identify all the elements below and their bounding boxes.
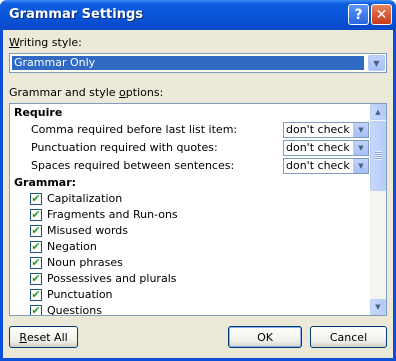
comma-option-value: don't check — [286, 123, 350, 136]
help-button[interactable]: ? — [348, 4, 369, 25]
checkbox[interactable]: ✔ — [30, 304, 42, 316]
check-icon: ✔ — [31, 240, 41, 253]
writing-style-dropdown[interactable]: Grammar Only ▼ — [9, 53, 387, 73]
quotes-option-dropdown[interactable]: don't check ▼ — [283, 140, 369, 156]
check-icon: ✔ — [31, 224, 41, 237]
grammar-settings-window: Grammar Settings ? ✕ Writing style: Gram… — [0, 0, 396, 361]
chevron-down-icon[interactable]: ▼ — [368, 55, 385, 71]
chevron-down-icon[interactable]: ▼ — [353, 141, 368, 155]
grammar-options-list[interactable]: Require Comma required before last list … — [9, 103, 387, 316]
check-icon: ✔ — [31, 192, 41, 205]
chevron-down-icon: ▼ — [375, 303, 381, 311]
check-icon: ✔ — [31, 272, 41, 285]
options-label: Grammar and style options: — [9, 86, 164, 99]
scroll-down-button[interactable]: ▼ — [370, 299, 386, 315]
window-title: Grammar Settings — [9, 7, 144, 22]
dialog-body: Writing style: Grammar Only ▼ Grammar an… — [3, 30, 393, 358]
checkbox[interactable]: ✔ — [30, 225, 42, 237]
help-icon: ? — [354, 6, 363, 23]
checkbox-label: Questions — [47, 304, 102, 316]
spaces-option-label: Spaces required between sentences: — [31, 159, 235, 172]
close-button[interactable]: ✕ — [371, 4, 392, 25]
close-icon: ✕ — [375, 6, 388, 23]
check-icon: ✔ — [31, 208, 41, 221]
ok-button[interactable]: OK — [228, 326, 302, 348]
grip-icon — [375, 151, 382, 160]
cancel-button[interactable]: Cancel — [310, 326, 387, 348]
writing-style-value: Grammar Only — [11, 55, 365, 71]
title-bar[interactable]: Grammar Settings ? ✕ — [0, 0, 396, 30]
chevron-up-icon: ▲ — [375, 108, 381, 116]
checkbox-label: Possessives and plurals — [47, 272, 177, 285]
checkbox[interactable]: ✔ — [30, 241, 42, 253]
chevron-down-icon[interactable]: ▼ — [353, 123, 368, 137]
quotes-option-label: Punctuation required with quotes: — [31, 141, 218, 154]
require-header: Require — [14, 106, 63, 119]
spaces-option-value: don't check — [286, 159, 350, 172]
checkbox-label: Capitalization — [47, 192, 123, 205]
check-icon: ✔ — [31, 304, 41, 316]
quotes-option-value: don't check — [286, 141, 350, 154]
check-icon: ✔ — [31, 288, 41, 301]
reset-all-button[interactable]: Reset All — [9, 326, 78, 348]
comma-option-label: Comma required before last list item: — [31, 123, 238, 136]
checkbox-label: Negation — [47, 240, 97, 253]
checkbox[interactable]: ✔ — [30, 289, 42, 301]
scrollbar-thumb[interactable] — [370, 121, 386, 191]
scroll-up-button[interactable]: ▲ — [370, 104, 386, 120]
checkbox[interactable]: ✔ — [30, 257, 42, 269]
spaces-option-dropdown[interactable]: don't check ▼ — [283, 158, 369, 174]
checkbox-label: Noun phrases — [47, 256, 123, 269]
checkbox[interactable]: ✔ — [30, 273, 42, 285]
grammar-header: Grammar: — [14, 176, 77, 189]
check-icon: ✔ — [31, 256, 41, 269]
writing-style-label: Writing style: — [9, 36, 82, 49]
comma-option-dropdown[interactable]: don't check ▼ — [283, 122, 369, 138]
checkbox-label: Punctuation — [47, 288, 113, 301]
checkbox-label: Fragments and Run-ons — [47, 208, 178, 221]
checkbox-label: Misused words — [47, 224, 128, 237]
checkbox[interactable]: ✔ — [30, 193, 42, 205]
checkbox[interactable]: ✔ — [30, 209, 42, 221]
vertical-scrollbar[interactable]: ▲ ▼ — [370, 104, 386, 315]
chevron-down-icon[interactable]: ▼ — [353, 159, 368, 173]
